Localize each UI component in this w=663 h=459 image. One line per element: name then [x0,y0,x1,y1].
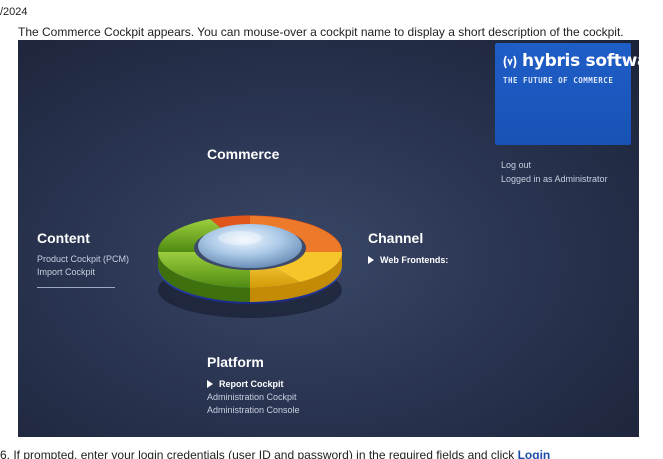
session-info: Log out Logged in as Administrator [501,158,608,186]
channel-group-title[interactable]: Channel [368,230,423,246]
content-links: Product Cockpit (PCM) Import Cockpit [37,253,129,279]
administration-console-link[interactable]: Administration Console [207,404,300,417]
platform-links: Report Cockpit Administration Cockpit Ad… [207,378,300,417]
brand-logo: hybris software [503,51,639,71]
instruction-text: 6. If prompted, enter your login credent… [0,448,518,459]
login-link[interactable]: Login [518,448,551,459]
web-frontends-link[interactable]: Web Frontends: [368,254,448,267]
logged-in-status: Logged in as Administrator [501,174,608,184]
brand-box: hybris software THE FUTURE OF COMMERCE [495,43,639,145]
channel-links: Web Frontends: [368,254,448,267]
logout-link[interactable]: Log out [501,158,608,172]
arrow-right-icon [368,256,374,264]
content-divider [37,287,115,288]
content-group-title[interactable]: Content [37,230,90,246]
platform-group-title[interactable]: Platform [207,354,264,370]
report-cockpit-label: Report Cockpit [219,379,284,389]
arrow-right-icon [207,380,213,388]
brand-name: hybris software [522,51,639,71]
report-cockpit-link[interactable]: Report Cockpit [207,378,300,391]
administration-cockpit-link[interactable]: Administration Cockpit [207,391,300,404]
page: /2024 The Commerce Cockpit appears. You … [0,0,663,459]
product-cockpit-link[interactable]: Product Cockpit (PCM) [37,253,129,266]
instruction-step-6: 6. If prompted, enter your login credent… [0,448,550,459]
hybris-logo-icon [503,54,517,69]
dome-icon [198,224,302,268]
cockpit-wheel-graphic [157,215,343,318]
cockpit-selection-panel: hybris software THE FUTURE OF COMMERCE L… [18,40,639,437]
brand-tagline: THE FUTURE OF COMMERCE [503,76,614,85]
intro-text: The Commerce Cockpit appears. You can mo… [18,25,624,39]
web-frontends-label: Web Frontends: [380,255,449,265]
commerce-group-title[interactable]: Commerce [207,146,279,162]
import-cockpit-link[interactable]: Import Cockpit [37,266,129,279]
page-date: /2024 [0,6,28,18]
